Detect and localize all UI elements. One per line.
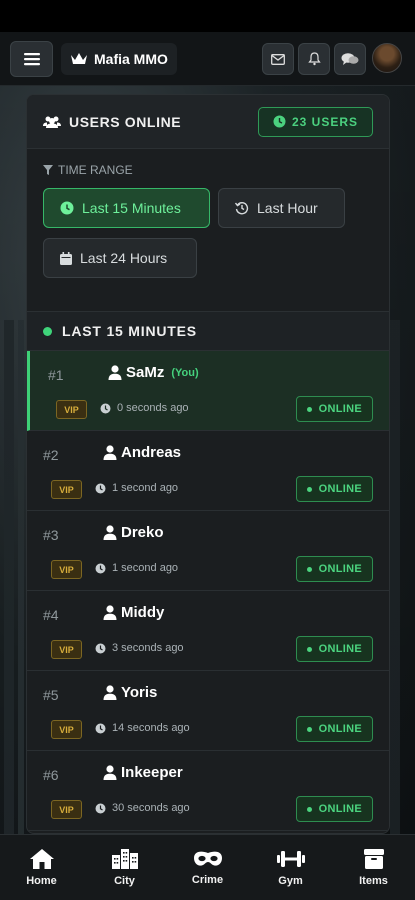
clock-icon (95, 483, 106, 493)
last-seen: 14 seconds ago (95, 722, 190, 734)
rank: #6 (43, 767, 59, 783)
online-status-badge: ONLINE (295, 556, 373, 582)
clock-icon (95, 803, 106, 813)
app-title: Mafia MMO (94, 51, 168, 67)
status-dot-icon (306, 646, 312, 652)
calendar-icon (60, 251, 72, 265)
clock-icon (95, 563, 106, 573)
section-header: LAST 15 MINUTES (27, 311, 389, 351)
rank: #1 (48, 367, 64, 383)
list-item[interactable]: #5 Yoris VIP 14 seconds ago ONLINE (27, 671, 389, 751)
home-icon (29, 848, 54, 869)
notifications-button[interactable] (298, 43, 330, 75)
user-icon (103, 605, 117, 620)
username[interactable]: Inkeeper (103, 764, 183, 781)
vip-badge: VIP (51, 560, 82, 579)
filter-last-hour[interactable]: Last Hour (218, 188, 345, 228)
card-title: USERS ONLINE (43, 114, 181, 130)
vip-badge: VIP (51, 640, 82, 659)
rank: #4 (43, 607, 59, 623)
user-icon (108, 365, 122, 380)
bottom-navigation: Home City Crime Gym Items (0, 834, 415, 900)
top-bar: Mafia MMO (0, 32, 415, 86)
clock-icon (60, 201, 74, 215)
status-bar (0, 0, 415, 32)
status-dot-icon (306, 406, 312, 412)
rank: #3 (43, 527, 59, 543)
user-list: #1 SaMz (You) VIP 0 seconds ago ONLINE #… (27, 351, 389, 831)
items-box-icon (363, 848, 384, 869)
rank: #5 (43, 687, 59, 703)
user-icon (103, 765, 117, 780)
mail-button[interactable] (262, 43, 294, 75)
nav-items[interactable]: Items (332, 835, 415, 900)
vip-badge: VIP (51, 720, 82, 739)
menu-button[interactable] (10, 41, 53, 77)
last-seen: 1 second ago (95, 562, 178, 574)
live-dot-icon (43, 326, 52, 336)
list-item[interactable]: #4 Middy VIP 3 seconds ago ONLINE (27, 591, 389, 671)
nav-gym[interactable]: Gym (249, 835, 332, 900)
user-icon (103, 445, 117, 460)
history-icon (235, 202, 249, 215)
last-seen: 3 seconds ago (95, 642, 184, 654)
user-icon (103, 525, 117, 540)
online-status-badge: ONLINE (295, 796, 373, 822)
clock-icon (273, 115, 286, 128)
last-seen: 0 seconds ago (100, 402, 189, 414)
dumbbell-icon (276, 850, 305, 867)
nav-home[interactable]: Home (0, 835, 83, 900)
user-avatar[interactable] (372, 43, 402, 73)
rank: #2 (43, 447, 59, 463)
vip-badge: VIP (51, 480, 82, 499)
brand-logo[interactable]: Mafia MMO (61, 43, 177, 75)
hamburger-icon (23, 53, 40, 66)
online-status-badge: ONLINE (295, 396, 373, 422)
nav-city[interactable]: City (83, 835, 166, 900)
envelope-icon (271, 53, 285, 65)
users-online-card: USERS ONLINE 23 USERS TIME RANGE Last 15… (26, 94, 390, 834)
last-seen: 1 second ago (95, 482, 178, 494)
status-dot-icon (306, 486, 312, 492)
vip-badge: VIP (56, 400, 87, 419)
nav-crime[interactable]: Crime (166, 835, 249, 900)
online-status-badge: ONLINE (295, 636, 373, 662)
funnel-icon (43, 165, 53, 175)
list-item[interactable]: #2 Andreas VIP 1 second ago ONLINE (27, 431, 389, 511)
chat-bubbles-icon (341, 53, 359, 65)
filter-last-24-hours[interactable]: Last 24 Hours (43, 238, 197, 278)
username[interactable]: Andreas (103, 444, 181, 461)
last-seen: 30 seconds ago (95, 802, 190, 814)
clock-icon (100, 403, 111, 413)
mask-icon (193, 851, 222, 866)
you-tag: (You) (171, 366, 199, 379)
city-icon (111, 848, 138, 869)
vip-badge: VIP (51, 800, 82, 819)
status-dot-icon (306, 726, 312, 732)
list-item[interactable]: #3 Dreko VIP 1 second ago ONLINE (27, 511, 389, 591)
username[interactable]: SaMz (You) (108, 364, 199, 381)
users-icon (43, 116, 61, 128)
filter-label: TIME RANGE (43, 163, 373, 177)
username[interactable]: Middy (103, 604, 164, 621)
username[interactable]: Yoris (103, 684, 157, 701)
list-item-current-user[interactable]: #1 SaMz (You) VIP 0 seconds ago ONLINE (27, 351, 389, 431)
filter-last-15-minutes[interactable]: Last 15 Minutes (43, 188, 210, 228)
chat-button[interactable] (334, 43, 366, 75)
card-header: USERS ONLINE 23 USERS (27, 95, 389, 149)
online-status-badge: ONLINE (295, 716, 373, 742)
clock-icon (95, 643, 106, 653)
list-item[interactable]: #6 Inkeeper VIP 30 seconds ago ONLINE (27, 751, 389, 831)
user-icon (103, 685, 117, 700)
online-count-badge: 23 USERS (257, 106, 373, 137)
username[interactable]: Dreko (103, 524, 164, 541)
status-dot-icon (306, 806, 312, 812)
clock-icon (95, 723, 106, 733)
status-dot-icon (306, 566, 312, 572)
crown-icon (71, 53, 87, 64)
bell-icon (307, 52, 321, 66)
online-status-badge: ONLINE (295, 476, 373, 502)
